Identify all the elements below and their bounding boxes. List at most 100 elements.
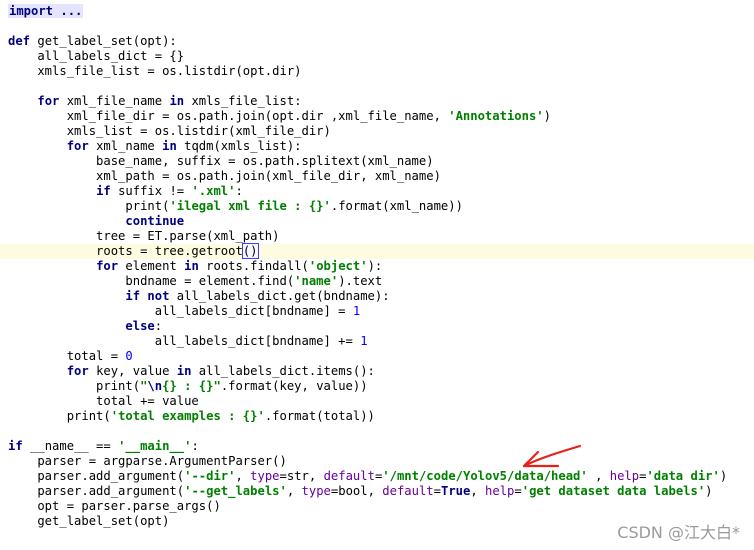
code-token: all_labels_dict.get(bndname): (176, 289, 390, 303)
code-line[interactable]: all_labels_dict[bndname] += 1 (8, 334, 368, 349)
code-line[interactable]: if suffix != '.xml': (8, 184, 243, 199)
code-line[interactable]: parser.add_argument('--get_labels', type… (8, 484, 713, 499)
code-token: : (235, 184, 243, 198)
code-token: xmls_file_list: (191, 94, 302, 108)
code-token: '/mnt/code/Yolov5/data/head' (382, 469, 588, 483)
code-line[interactable]: xml_file_dir = os.path.join(opt.dir ,xml… (8, 109, 551, 124)
code-token: print( (8, 199, 170, 213)
code-token: 'object' (308, 259, 368, 273)
code-line[interactable]: roots = tree.getroot() (8, 243, 259, 259)
code-line[interactable]: bndname = element.find('name').text (8, 274, 382, 289)
code-line[interactable]: xmls_file_list = os.listdir(opt.dir) (8, 64, 302, 79)
code-token: roots = tree.getroot (8, 244, 243, 258)
code-token: = (433, 484, 441, 498)
code-token: 1 (360, 334, 368, 348)
code-token: all_labels_dict[bndname] = (8, 304, 353, 318)
code-line[interactable]: for xml_file_name in xmls_file_list: (8, 94, 302, 109)
code-token: ): (367, 259, 383, 273)
code-token: 'ilegal xml file : {}' (169, 199, 331, 213)
code-token: xml_name (96, 139, 163, 153)
code-token: in (162, 139, 185, 153)
code-line[interactable]: else: (8, 319, 162, 334)
code-line[interactable]: parser.add_argument('--dir', type=str, d… (8, 469, 727, 484)
code-token: ).text (338, 274, 383, 288)
code-line[interactable]: print('total examples : {}'.format(total… (8, 409, 375, 424)
code-line[interactable]: for xml_name in tqdm(xmls_list): (8, 139, 302, 154)
code-token: default (382, 484, 434, 498)
code-token: xmls_file_list = os.listdir(opt.dir) (8, 64, 302, 78)
code-line[interactable]: total += value (8, 394, 199, 409)
code-line[interactable]: all_labels_dict = {} (8, 49, 184, 64)
code-token: total = (8, 349, 126, 363)
code-token: type (250, 469, 280, 483)
code-line[interactable]: for key, value in all_labels_dict.items(… (8, 364, 375, 379)
code-token: else (125, 319, 155, 333)
code-line[interactable]: base_name, suffix = os.path.splitext(xml… (8, 154, 434, 169)
code-token: =bool, (330, 484, 383, 498)
code-token: for (66, 139, 97, 153)
code-token: for (37, 94, 67, 108)
code-token: get_label_set(opt) (8, 514, 170, 528)
code-token: {} : {}" (162, 379, 221, 393)
code-token: in (176, 364, 199, 378)
code-token: =str, (279, 469, 324, 483)
code-line[interactable]: print("\n{} : {}".format(key, value)) (8, 379, 368, 394)
code-token: 0 (125, 349, 133, 363)
code-token: continue (125, 214, 185, 228)
code-token: .format(key, value)) (220, 379, 368, 393)
code-editor[interactable]: import ... def get_label_set(opt): all_la… (0, 0, 754, 550)
code-token: 'Annotations' (448, 109, 544, 123)
code-token: 'total examples : {}' (110, 409, 265, 423)
code-line[interactable]: if not all_labels_dict.get(bndname): (8, 289, 390, 304)
code-token: \n (147, 379, 163, 393)
code-token: element (125, 259, 185, 273)
code-token: in (169, 94, 192, 108)
code-token: default (323, 469, 375, 483)
code-token: parser.add_argument( (8, 469, 185, 483)
code-line[interactable]: xml_path = os.path.join(xml_file_dir, xm… (8, 169, 441, 184)
code-line[interactable]: tree = ET.parse(xml_path) (8, 229, 280, 244)
code-token: , (235, 469, 251, 483)
code-line[interactable]: continue (8, 214, 184, 229)
code-token: all_labels_dict[bndname] += (8, 334, 361, 348)
code-token: print( (8, 379, 141, 393)
code-token: ) (543, 109, 551, 123)
code-token: def (8, 34, 38, 48)
code-token: for (96, 259, 126, 273)
code-line[interactable]: xmls_list = os.listdir(xml_file_dir) (8, 124, 331, 139)
code-line[interactable]: print('ilegal xml file : {}'.format(xml_… (8, 199, 463, 214)
code-token: print( (8, 409, 111, 423)
code-token: all_labels_dict = {} (8, 49, 185, 63)
code-token: xml_path = os.path.join(xml_file_dir, xm… (8, 169, 441, 183)
code-token: 1 (352, 304, 361, 318)
code-token: xml_file_dir = os.path.join(opt.dir ,xml… (8, 109, 449, 123)
code-line[interactable]: total = 0 (8, 349, 133, 364)
code-token: total += value (8, 394, 199, 408)
code-line[interactable]: def get_label_set(opt): (8, 34, 177, 49)
code-line[interactable]: all_labels_dict[bndname] = 1 (8, 304, 360, 319)
code-line[interactable]: for element in roots.findall('object'): (8, 259, 382, 274)
code-token: '--dir' (184, 469, 236, 483)
code-line[interactable]: import ... (8, 4, 84, 19)
code-token: roots.findall( (206, 259, 309, 273)
csdn-watermark: CSDN @江大白* (617, 523, 740, 542)
code-line[interactable]: get_label_set(opt) (8, 514, 169, 529)
code-token: help (609, 469, 640, 483)
code-line[interactable]: parser = argparse.ArgumentParser() (8, 454, 286, 469)
code-token: tree = ET.parse(xml_path) (8, 229, 280, 243)
code-token: for (66, 364, 97, 378)
code-token: import ... (8, 4, 84, 18)
code-token: parser.add_argument( (8, 484, 185, 498)
code-token: '__main__' (118, 439, 192, 453)
code-line[interactable]: if __name__ == '__main__': (8, 439, 199, 454)
code-token: ) (719, 469, 728, 483)
code-token: ) (705, 484, 713, 498)
code-token: all_labels_dict.items(): (198, 364, 375, 378)
code-line[interactable]: opt = parser.parse_args() (8, 499, 220, 514)
code-token: base_name, suffix = os.path.splitext(xml… (8, 154, 434, 168)
code-token: 'name' (294, 274, 339, 288)
